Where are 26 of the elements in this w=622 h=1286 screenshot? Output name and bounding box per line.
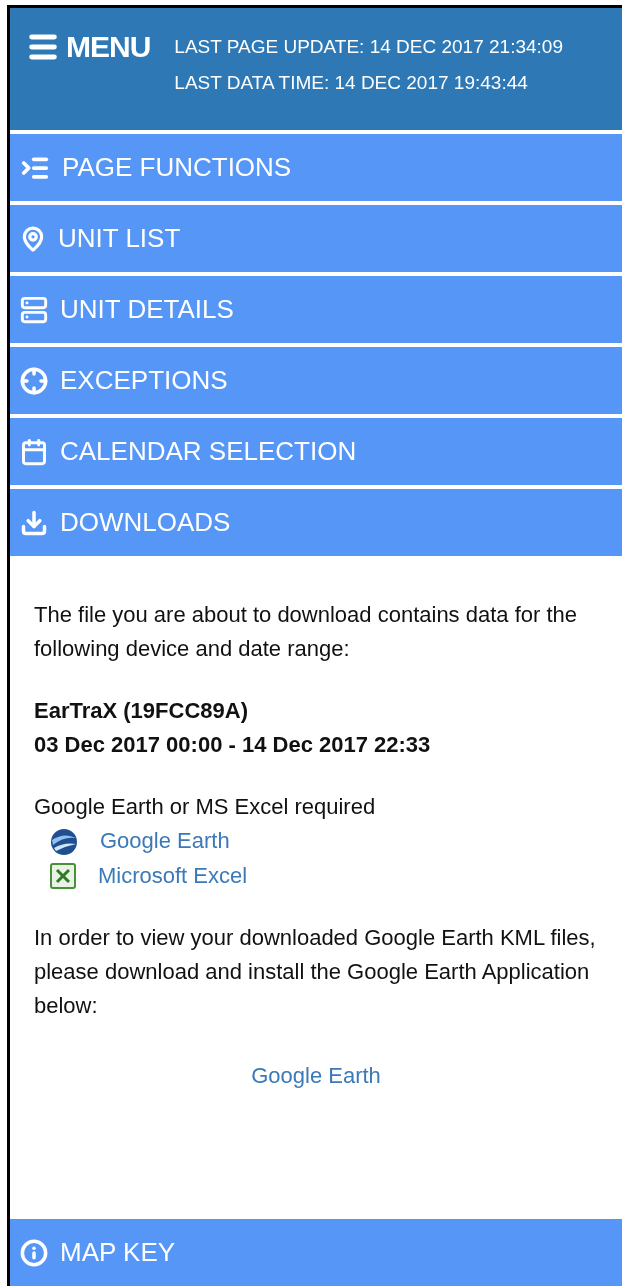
info-icon [20, 1238, 48, 1267]
globe-icon [50, 827, 78, 856]
intro-text: The file you are about to download contains data for the following device and date range: [34, 601, 579, 664]
menu-button[interactable]: MENU [26, 30, 151, 64]
section-header[interactable]: DOWNLOADS [10, 489, 622, 556]
install-link[interactable]: Google Earth [251, 1062, 381, 1088]
download-link[interactable]: Google Earth [100, 824, 230, 859]
download-link[interactable]: Microsoft Excel [98, 858, 248, 893]
section-header[interactable]: CALENDAR SELECTION [10, 418, 622, 485]
section-header[interactable]: UNIT DETAILS [10, 276, 622, 343]
last-page-update: LAST PAGE UPDATE: 14 DEC 2017 21:34:09 [174, 36, 563, 58]
calendar-icon [20, 437, 48, 466]
crosshair-icon [20, 366, 48, 395]
requirement-text: Google Earth or MS Excel required [34, 793, 377, 822]
device-name: EarTraX (19FCC89A) [34, 697, 249, 726]
section-header[interactable]: PAGE FUNCTIONS [10, 134, 622, 201]
section-header[interactable]: UNIT LIST [10, 205, 622, 272]
download-icon [20, 508, 48, 537]
last-data-time: LAST DATA TIME: 14 DEC 2017 19:43:44 [174, 72, 529, 94]
install-note: In order to view your downloaded Google Earth KML files, please download and install the Google Earth Application below: [34, 923, 597, 1020]
spreadsheet-icon [50, 862, 76, 889]
section-header[interactable]: EXCEPTIONS [10, 347, 622, 414]
date-range: 03 Dec 2017 00:00 - 14 Dec 2017 22:33 [34, 731, 432, 760]
map-pin-icon [20, 225, 46, 252]
stacked-rows-icon [20, 295, 48, 324]
section-header[interactable]: MAP KEY [10, 1219, 622, 1286]
